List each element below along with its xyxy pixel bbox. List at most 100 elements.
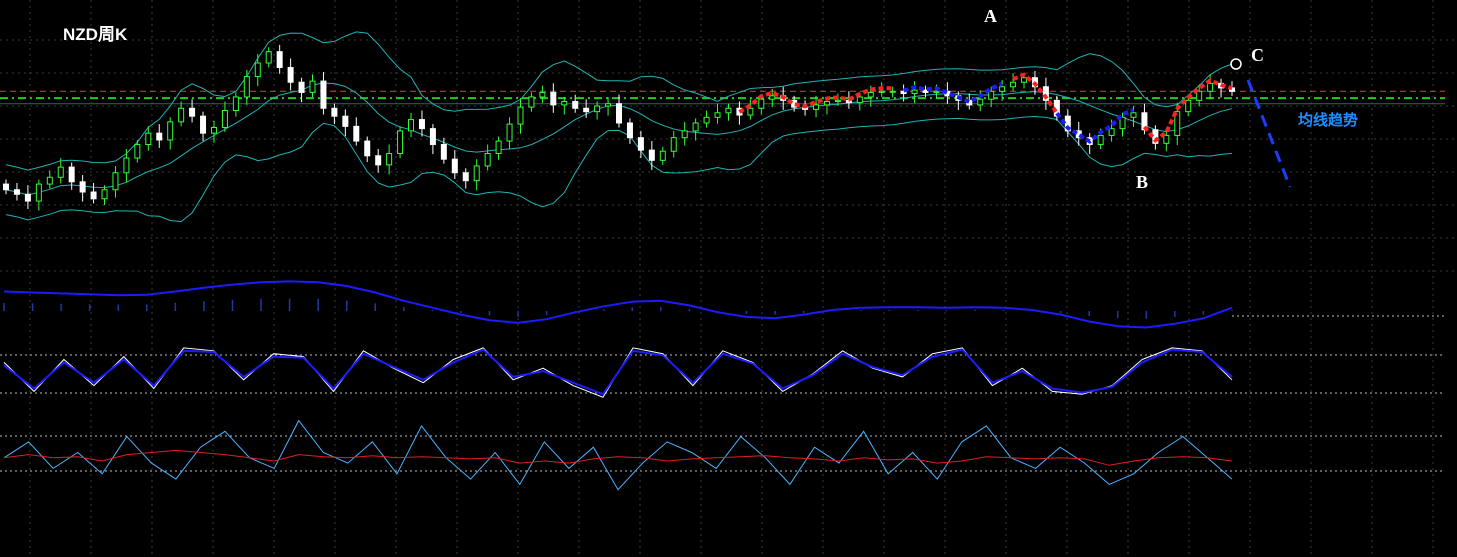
- candle-body: [823, 100, 830, 106]
- candle-body: [1185, 99, 1192, 113]
- candle-body: [200, 115, 207, 134]
- candle-body: [889, 90, 896, 93]
- candle-body: [364, 140, 371, 157]
- candle-body: [342, 115, 349, 127]
- candle-body: [386, 153, 393, 166]
- candle-body: [331, 107, 338, 117]
- candle-body: [692, 122, 699, 132]
- candle-body: [1130, 112, 1137, 118]
- candle-body: [90, 191, 97, 200]
- candle-body: [495, 140, 502, 155]
- candle-body: [123, 157, 130, 174]
- candle-body: [13, 189, 20, 195]
- candle-body: [408, 119, 415, 132]
- candle-body: [189, 107, 196, 117]
- candle-body: [134, 143, 141, 159]
- macd-line: [3, 280, 1233, 329]
- ma-downtrend-segment: [903, 81, 1003, 105]
- candle-body: [550, 91, 557, 106]
- candle-body: [605, 103, 612, 107]
- candle-body: [156, 132, 163, 141]
- candle-body: [769, 95, 776, 100]
- candle-body: [517, 106, 524, 125]
- candle-body: [440, 143, 447, 160]
- candle-body: [418, 119, 425, 130]
- chart-window: NZD周K A B C 均线趋势: [0, 0, 1457, 557]
- candle-body: [834, 99, 841, 102]
- candle-body: [758, 98, 765, 109]
- candle-body: [1119, 116, 1126, 130]
- candle-body: [57, 166, 64, 178]
- candle-body: [1097, 134, 1104, 145]
- candle-body: [287, 67, 294, 83]
- candle-body: [528, 96, 535, 108]
- candle-body: [637, 137, 644, 151]
- candle-body: [375, 155, 382, 166]
- candle-body: [867, 91, 874, 98]
- candle-body: [221, 110, 228, 128]
- candle-body: [878, 90, 885, 93]
- projection-arrow: [1246, 79, 1292, 188]
- candle-body: [648, 149, 655, 161]
- candle-body: [243, 76, 250, 98]
- candle-body: [232, 96, 239, 112]
- candle-body: [462, 172, 469, 182]
- candle-body: [79, 181, 86, 193]
- candle-body: [1010, 81, 1017, 88]
- candle-body: [583, 107, 590, 113]
- candle-body: [1163, 134, 1170, 144]
- candle-body: [178, 107, 185, 123]
- candle-body: [254, 62, 261, 78]
- candle-body: [572, 100, 579, 109]
- candle-body: [1207, 82, 1214, 92]
- candle-body: [988, 90, 995, 100]
- candle-body: [659, 150, 666, 161]
- candle-body: [933, 90, 940, 93]
- bollinger-lower-band: [5, 115, 1233, 223]
- candle-body: [210, 127, 217, 134]
- candle-body: [1021, 77, 1028, 83]
- candle-body: [539, 91, 546, 98]
- candle-body: [167, 121, 174, 141]
- candle-body: [353, 125, 360, 142]
- candle-body: [265, 51, 272, 64]
- candle-body: [506, 123, 513, 142]
- candle-body: [24, 193, 31, 202]
- candle-body: [473, 165, 480, 182]
- candle-body: [397, 130, 404, 155]
- candle-body: [112, 172, 119, 191]
- candle-body: [911, 89, 918, 95]
- candle-body: [714, 112, 721, 118]
- candle-body: [46, 176, 53, 185]
- point-label-c: C: [1251, 45, 1264, 65]
- point-c-marker: [1230, 58, 1242, 70]
- candle-body: [703, 116, 710, 124]
- candle-body: [747, 107, 754, 116]
- candle-body: [725, 107, 732, 114]
- candle-body: [309, 80, 316, 93]
- candle-body: [616, 103, 622, 124]
- candle-body: [977, 98, 984, 106]
- candle-body: [298, 81, 305, 93]
- candle-body: [681, 130, 688, 139]
- chart-title: NZD周K: [63, 25, 128, 44]
- candle-body: [813, 104, 820, 110]
- candle-body: [856, 96, 863, 104]
- point-label-a: A: [984, 6, 997, 26]
- candle-body: [68, 166, 75, 183]
- candle-body: [594, 105, 601, 113]
- candle-body: [1108, 128, 1115, 136]
- candle-body: [1196, 90, 1203, 101]
- candle-body: [561, 100, 568, 106]
- candle-body: [276, 51, 283, 69]
- candle-body: [626, 122, 633, 139]
- chart-canvas: [0, 0, 1457, 557]
- trend-label: 均线趋势: [1298, 112, 1359, 129]
- candle-body: [320, 80, 327, 109]
- candle-body: [101, 189, 108, 200]
- candle-body: [3, 183, 9, 191]
- candle-body: [35, 183, 42, 202]
- candle-body: [484, 153, 491, 167]
- candle-body: [451, 158, 458, 174]
- point-label-b: B: [1136, 172, 1149, 192]
